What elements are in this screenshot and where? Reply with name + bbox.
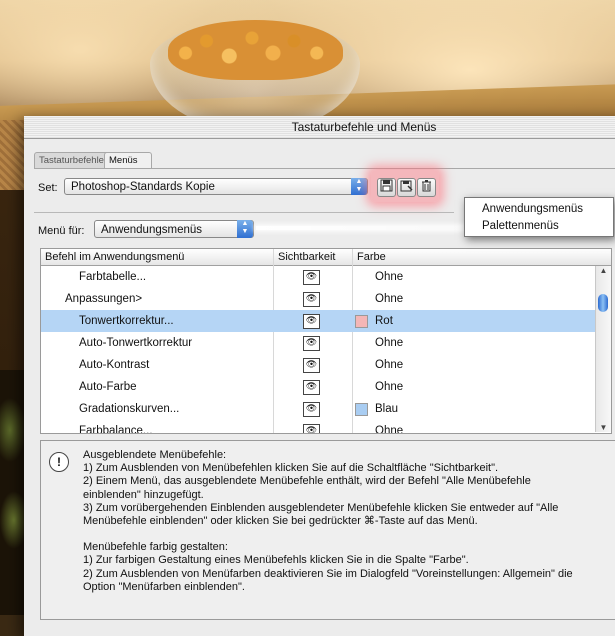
scrollbar-thumb[interactable] [598, 294, 608, 312]
info-text: Ausgeblendete Menübefehle: 1) Zum Ausble… [83, 449, 613, 594]
table-body: Farbtabelle... 👁 Ohne Anpassungen> 👁 Ohne Tonw… [41, 266, 595, 434]
dropdown-option-application-menus[interactable]: Anwendungsmenüs [465, 201, 613, 218]
table-header: Befehl im Anwendungsmenü Sichtbarkeit Fa… [41, 249, 611, 266]
visibility-eye-icon[interactable]: 👁 [303, 270, 320, 285]
save-as-icon [400, 180, 413, 195]
vertical-scrollbar[interactable]: ▲ ▼ [595, 266, 611, 432]
row-color-value[interactable]: Ohne [375, 332, 403, 354]
table-row[interactable]: Anpassungen> 👁 Ohne [41, 288, 595, 310]
save-icon [380, 179, 393, 195]
scroll-down-arrow-icon[interactable]: ▼ [598, 423, 609, 432]
scroll-up-arrow-icon[interactable]: ▲ [598, 266, 609, 275]
table-row[interactable]: Auto-Farbe 👁 Ohne [41, 376, 595, 398]
croutons [168, 20, 343, 80]
row-color-value[interactable]: Rot [375, 310, 393, 332]
save-set-as-button[interactable] [397, 178, 416, 197]
visibility-eye-icon[interactable]: 👁 [303, 380, 320, 395]
table-row[interactable]: Auto-Kontrast 👁 Ohne [41, 354, 595, 376]
divider [34, 212, 454, 213]
info-hidden-heading: Ausgeblendete Menübefehle: [83, 449, 227, 461]
table-row[interactable]: Tonwertkorrektur... 👁 Rot [41, 310, 595, 332]
visibility-eye-icon[interactable]: 👁 [303, 424, 320, 433]
visibility-eye-icon[interactable]: 👁 [303, 358, 320, 373]
info-exclamation-icon: ! [49, 452, 69, 472]
row-color-value[interactable]: Ohne [375, 266, 403, 288]
menu-for-select-value: Anwendungsmenüs [101, 224, 203, 236]
set-label: Set: [38, 182, 58, 194]
info-panel: ! Ausgeblendete Menübefehle: 1) Zum Ausb… [40, 440, 615, 620]
up-down-arrows-icon: ▲ ▼ [351, 178, 367, 195]
dialog-title: Tastaturbefehle und Menüs [291, 120, 437, 134]
row-command-label: Anpassungen> [65, 293, 143, 305]
visibility-eye-icon[interactable]: 👁 [303, 336, 320, 351]
table-row[interactable]: Auto-Tonwertkorrektur 👁 Ohne [41, 332, 595, 354]
tab-keyboard-shortcuts[interactable]: Tastaturbefehle [34, 152, 110, 168]
tab-menus[interactable]: Menüs [104, 152, 152, 169]
row-command-label: Farbbalance... [79, 425, 153, 434]
visibility-eye-icon[interactable]: 👁 [303, 292, 320, 307]
row-command-label: Auto-Tonwertkorrektur [79, 337, 193, 349]
menu-for-select[interactable]: Anwendungsmenüs ▲ ▼ [94, 220, 254, 238]
delete-set-button[interactable] [417, 178, 436, 197]
color-swatch [355, 403, 368, 416]
dropdown-option-palette-menus[interactable]: Palettenmenüs [465, 218, 613, 235]
trash-icon [420, 180, 433, 195]
row-color-value[interactable]: Blau [375, 398, 398, 420]
column-header-command[interactable]: Befehl im Anwendungsmenü [41, 249, 274, 265]
popup-connector-highlight [256, 226, 466, 230]
up-down-arrows-icon: ▲ ▼ [237, 220, 253, 238]
column-header-color[interactable]: Farbe [353, 249, 386, 265]
info-color-step-2b: Option "Menüfarben einblenden". [83, 580, 245, 593]
dialog-titlebar[interactable]: Tastaturbefehle und Menüs [24, 116, 615, 139]
set-actions-highlight [371, 170, 439, 202]
info-color-step-1: 1) Zur farbigen Gestaltung eines Menübef… [83, 554, 469, 567]
table-row[interactable]: Farbbalance... 👁 Ohne [41, 420, 595, 434]
info-hidden-step-2a: 2) Einem Menü, das ausgeblendete Menübef… [83, 475, 531, 488]
row-color-value[interactable]: Ohne [375, 354, 403, 376]
row-command-label: Tonwertkorrektur... [79, 315, 174, 327]
row-command-label: Gradationskurven... [79, 403, 180, 415]
set-select[interactable]: Photoshop-Standards Kopie ▲ ▼ [64, 178, 368, 195]
row-color-value[interactable]: Ohne [375, 288, 403, 310]
row-color-value[interactable]: Ohne [375, 420, 403, 433]
row-command-label: Farbtabelle... [79, 271, 147, 283]
row-command-label: Auto-Kontrast [79, 359, 150, 371]
menu-for-label: Menü für: [38, 225, 85, 237]
info-color-step-2a: 2) Zum Ausblenden von Menüfarben deaktiv… [83, 567, 573, 580]
table-row[interactable]: Gradationskurven... 👁 Blau [41, 398, 595, 420]
keyboard-shortcuts-dialog: Tastaturbefehle und Menüs Tastaturbefehl… [24, 116, 615, 636]
menu-for-dropdown-list: Anwendungsmenüs Palettenmenüs [464, 197, 614, 237]
column-header-visibility[interactable]: Sichtbarkeit [274, 249, 353, 265]
row-color-value[interactable]: Ohne [375, 376, 403, 398]
visibility-eye-icon[interactable]: 👁 [303, 402, 320, 417]
tab-underline [34, 168, 615, 169]
table-row[interactable]: Farbtabelle... 👁 Ohne [41, 266, 595, 288]
info-hidden-step-3b: Menübefehle einblenden" oder klicken Sie… [83, 515, 478, 528]
menu-commands-table: Befehl im Anwendungsmenü Sichtbarkeit Fa… [40, 248, 612, 434]
row-command-label: Auto-Farbe [79, 381, 137, 393]
info-hidden-step-3a: 3) Zum vorübergehenden Einblenden ausgeb… [83, 501, 559, 514]
visibility-eye-icon[interactable]: 👁 [303, 314, 320, 329]
info-hidden-step-1: 1) Zum Ausblenden von Menübefehlen klick… [83, 462, 499, 475]
info-hidden-step-2b: einblenden" hinzugefügt. [83, 488, 204, 501]
set-select-value: Photoshop-Standards Kopie [71, 181, 215, 193]
info-color-heading: Menübefehle farbig gestalten: [83, 541, 228, 554]
save-set-button[interactable] [377, 178, 396, 197]
color-swatch [355, 315, 368, 328]
